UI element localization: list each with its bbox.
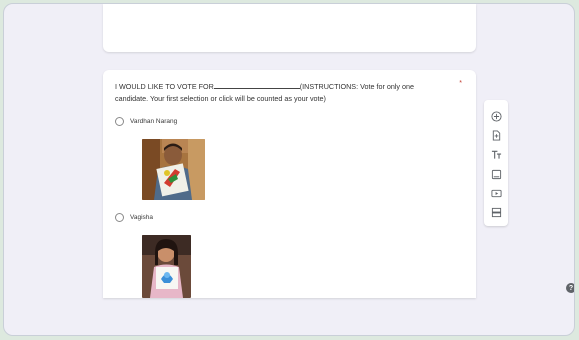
question-title[interactable]: I WOULD LIKE TO VOTE FOR (INSTRUCTIONS: V… (115, 81, 435, 105)
previous-question-card[interactable] (103, 4, 476, 52)
candidate-photo-boy (142, 139, 205, 200)
option-vardhan-narang[interactable]: Vardhan Narang (115, 117, 177, 126)
option-vagisha[interactable]: Vagisha (115, 213, 153, 222)
import-questions-icon[interactable] (488, 127, 504, 143)
radio-button[interactable] (115, 117, 124, 126)
add-question-icon[interactable] (488, 108, 504, 124)
floating-toolbar (484, 100, 508, 226)
add-title-icon[interactable] (488, 146, 504, 162)
help-button[interactable]: ? (566, 283, 574, 293)
form-editor-frame: I WOULD LIKE TO VOTE FOR (INSTRUCTIONS: V… (3, 3, 575, 336)
required-asterisk: * (459, 80, 462, 87)
option-label: Vardhan Narang (130, 118, 178, 125)
option-label: Vagisha (130, 214, 154, 221)
add-video-icon[interactable] (488, 185, 504, 201)
question-blank (213, 81, 300, 89)
question-prefix: I WOULD LIKE TO VOTE FOR (115, 82, 214, 91)
candidate-photo-girl (142, 235, 191, 298)
radio-button[interactable] (115, 213, 124, 222)
add-section-icon[interactable] (488, 204, 504, 220)
add-image-icon[interactable] (488, 166, 504, 182)
question-card[interactable]: I WOULD LIKE TO VOTE FOR (INSTRUCTIONS: V… (103, 70, 476, 298)
